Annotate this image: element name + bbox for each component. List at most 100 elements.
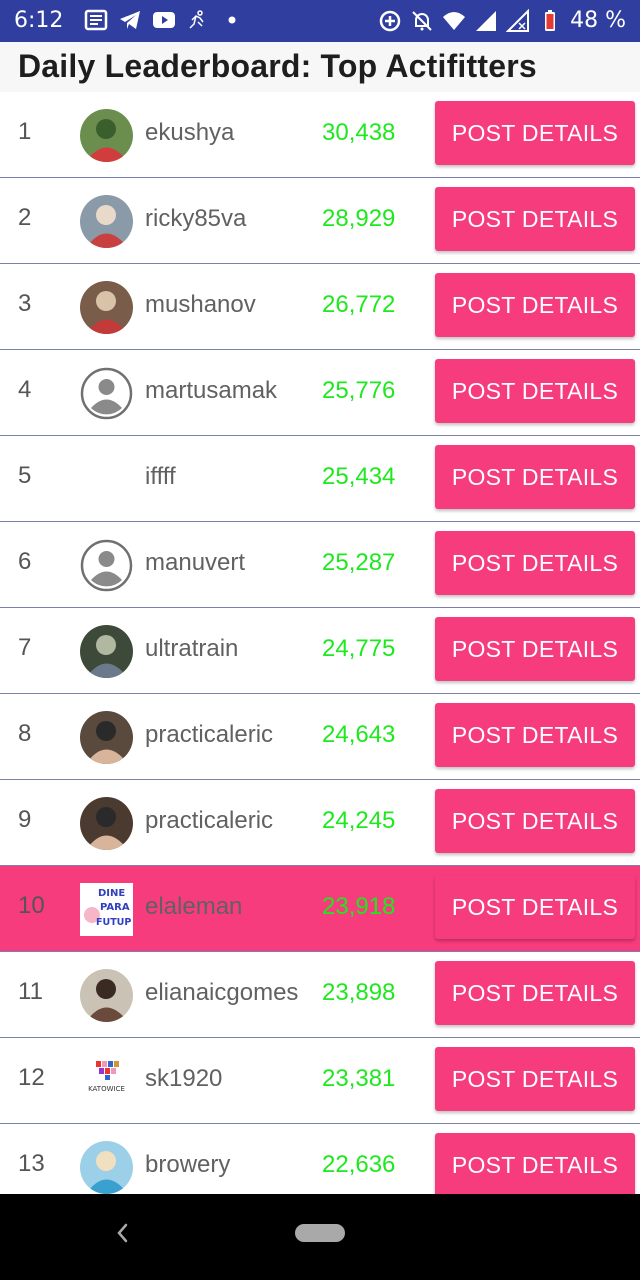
username: martusamak xyxy=(145,377,278,404)
system-icons: 48 % xyxy=(378,8,626,33)
activity-score: 28,929 xyxy=(322,205,396,232)
post-details-button[interactable]: POST DETAILS xyxy=(435,187,635,251)
post-details-button[interactable]: POST DETAILS xyxy=(435,101,635,165)
post-details-button[interactable]: POST DETAILS xyxy=(435,359,635,423)
leaderboard-row[interactable]: 5 iffff 25,434 POST DETAILS xyxy=(0,436,640,522)
post-details-button[interactable]: POST DETAILS xyxy=(435,961,635,1025)
leaderboard-row[interactable]: 12 KATOWICE sk1920 23,381 POST DETAILS xyxy=(0,1038,640,1124)
leaderboard-row[interactable]: 7 ultratrain 24,775 POST DETAILS xyxy=(0,608,640,694)
rank-number: 1 xyxy=(18,118,32,145)
leaderboard-row[interactable]: 1 ekushya 30,438 POST DETAILS xyxy=(0,92,640,178)
post-details-button[interactable]: POST DETAILS xyxy=(435,703,635,767)
telegram-icon xyxy=(118,8,142,32)
fitness-icon xyxy=(186,8,210,32)
rank-number: 4 xyxy=(18,376,32,403)
activity-score: 23,898 xyxy=(322,979,396,1006)
activity-score: 22,636 xyxy=(322,1151,396,1178)
activity-score: 30,438 xyxy=(322,119,396,146)
navigation-bar xyxy=(0,1194,640,1280)
leaderboard-row[interactable]: 10 DINE PARA FUTUP elaleman 23,918 POST DETAIL… xyxy=(0,866,640,952)
username: practicaleric xyxy=(145,721,274,748)
username: manuvert xyxy=(145,549,246,576)
default-user-icon xyxy=(80,367,133,420)
signal-icon xyxy=(506,8,530,33)
leaderboard-row[interactable]: 3 mushanov 26,772 POST DETAILS xyxy=(0,264,640,350)
post-details-button[interactable]: POST DETAILS xyxy=(435,875,635,939)
leaderboard-row[interactable]: 11 elianaicgomes 23,898 POST DETAILS xyxy=(0,952,640,1038)
avatar xyxy=(80,109,133,162)
username: mushanov xyxy=(145,291,256,318)
home-pill-icon[interactable] xyxy=(295,1224,345,1242)
activity-score: 25,434 xyxy=(322,463,396,490)
avatar xyxy=(80,711,133,764)
dot-icon xyxy=(220,8,244,32)
avatar xyxy=(80,281,133,334)
battery-percent: 48 % xyxy=(570,8,626,33)
activity-score: 26,772 xyxy=(322,291,396,318)
rank-number: 8 xyxy=(18,720,32,747)
avatar-text: KATOWICE xyxy=(88,1085,125,1093)
avatar xyxy=(80,969,133,1022)
status-time: 6:12 xyxy=(14,8,64,33)
username: practicaleric xyxy=(145,807,274,834)
avatar xyxy=(80,195,133,248)
leaderboard-row[interactable]: 13 browery 22,636 POST DETAILS xyxy=(0,1124,640,1194)
default-user-icon xyxy=(80,539,133,592)
leaderboard-row[interactable]: 9 practicaleric 24,245 POST DETAILS xyxy=(0,780,640,866)
leaderboard-row[interactable]: 4 martusamak 25,776 POST DETAILS xyxy=(0,350,640,436)
wifi-icon xyxy=(442,9,466,33)
battery-icon xyxy=(538,9,562,33)
rank-number: 5 xyxy=(18,462,32,489)
username: sk1920 xyxy=(145,1065,223,1092)
username: ricky85va xyxy=(145,205,247,232)
username: elianaicgomes xyxy=(145,979,299,1006)
rank-number: 13 xyxy=(18,1150,45,1177)
rank-number: 9 xyxy=(18,806,32,833)
leaderboard-row[interactable]: 2 ricky85va 28,929 POST DETAILS xyxy=(0,178,640,264)
rank-number: 12 xyxy=(18,1064,45,1091)
signal-icon xyxy=(474,9,498,33)
do-not-disturb-icon xyxy=(410,9,434,33)
avatar-text: DINE xyxy=(98,888,125,899)
notification-icons xyxy=(84,8,244,32)
leaderboard-row[interactable]: 8 practicaleric 24,643 POST DETAILS xyxy=(0,694,640,780)
leaderboard-row[interactable]: 6 manuvert 25,287 POST DETAILS xyxy=(0,522,640,608)
avatar-text: FUTUP xyxy=(96,917,131,928)
rank-number: 11 xyxy=(18,978,43,1005)
activity-score: 23,381 xyxy=(322,1065,396,1092)
activity-score: 24,775 xyxy=(322,635,396,662)
post-details-button[interactable]: POST DETAILS xyxy=(435,789,635,853)
post-details-button[interactable]: POST DETAILS xyxy=(435,1047,635,1111)
app-bar: Daily Leaderboard: Top Actifitters xyxy=(0,42,640,92)
status-bar: 6:12 48 % xyxy=(0,0,640,42)
activity-score: 25,287 xyxy=(322,549,396,576)
username: elaleman xyxy=(145,893,243,920)
activity-score: 23,918 xyxy=(322,893,396,920)
back-chevron-icon[interactable] xyxy=(110,1220,136,1246)
avatar xyxy=(80,1141,133,1194)
avatar: DINE PARA FUTUP xyxy=(80,883,133,936)
post-details-button[interactable]: POST DETAILS xyxy=(435,531,635,595)
activity-score: 24,245 xyxy=(322,807,396,834)
username: browery xyxy=(145,1151,231,1178)
post-details-button[interactable]: POST DETAILS xyxy=(435,445,635,509)
post-details-button[interactable]: POST DETAILS xyxy=(435,273,635,337)
avatar-empty xyxy=(80,453,133,506)
page-title: Daily Leaderboard: Top Actifitters xyxy=(18,48,537,84)
leaderboard-list[interactable]: 1 ekushya 30,438 POST DETAILS 2 ricky85va 28,9… xyxy=(0,92,640,1194)
username: iffff xyxy=(145,463,176,490)
username: ultratrain xyxy=(145,635,239,662)
post-details-button[interactable]: POST DETAILS xyxy=(435,617,635,681)
rank-number: 2 xyxy=(18,204,32,231)
data-saver-icon xyxy=(378,9,402,33)
username: ekushya xyxy=(145,119,235,146)
rank-number: 6 xyxy=(18,548,32,575)
activity-score: 24,643 xyxy=(322,721,396,748)
rank-number: 3 xyxy=(18,290,32,317)
avatar-text: PARA xyxy=(100,902,130,913)
activity-score: 25,776 xyxy=(322,377,396,404)
post-details-button[interactable]: POST DETAILS xyxy=(435,1133,635,1194)
avatar xyxy=(80,797,133,850)
youtube-icon xyxy=(152,8,176,32)
rank-number: 10 xyxy=(18,892,45,919)
